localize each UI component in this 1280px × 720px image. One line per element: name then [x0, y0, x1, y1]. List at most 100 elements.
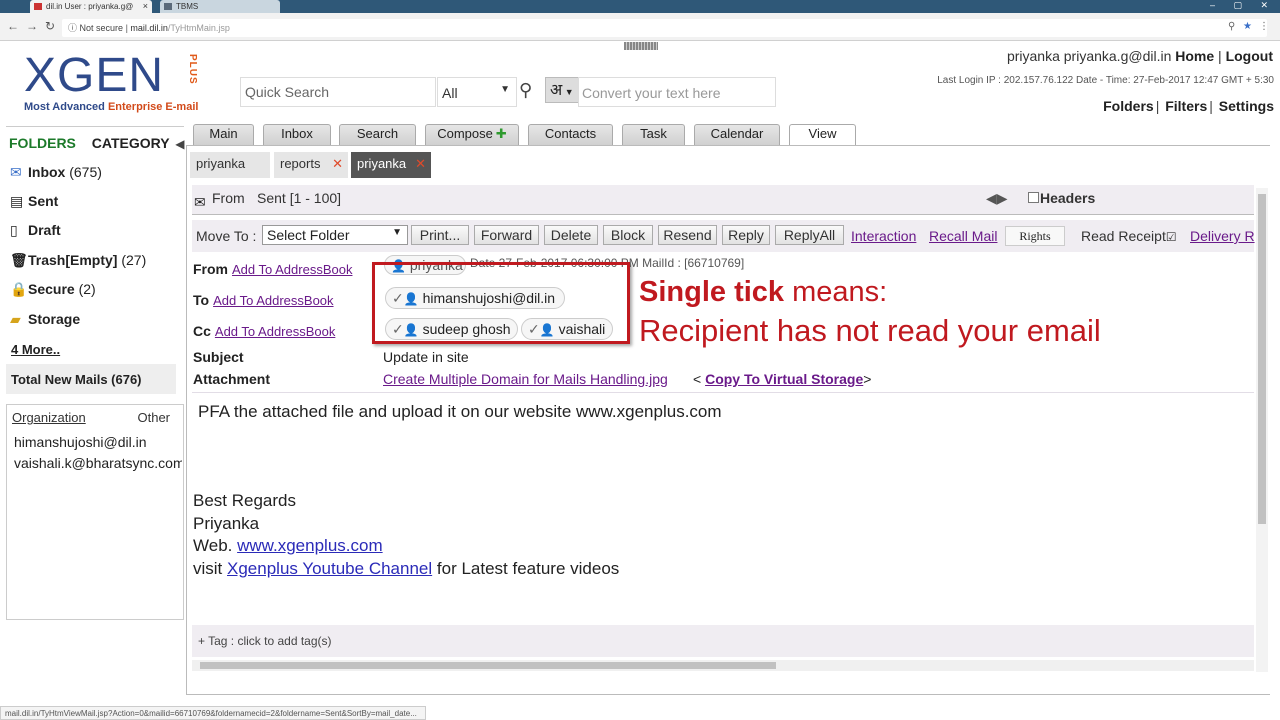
- logout-link[interactable]: Logout: [1226, 48, 1273, 64]
- window-controls[interactable]: – ▢ ✕: [1210, 0, 1276, 11]
- youtube-channel-link[interactable]: Xgenplus Youtube Channel: [227, 559, 432, 578]
- read-receipt-toggle[interactable]: Read Receipt☑: [1081, 228, 1177, 244]
- tab-inbox[interactable]: Inbox: [263, 124, 331, 146]
- folders-link[interactable]: Folders: [1103, 98, 1154, 114]
- vertical-scrollbar[interactable]: [1256, 188, 1268, 672]
- sidebar-item-inbox[interactable]: ✉ Inbox (675): [10, 164, 102, 181]
- tab-task[interactable]: Task: [622, 124, 685, 146]
- sidebar-item-label: Storage: [28, 311, 81, 327]
- checkbox-checked-icon[interactable]: ☑: [1166, 230, 1177, 244]
- add-to-addressbook-link[interactable]: Add To AddressBook: [215, 324, 335, 339]
- other-tab[interactable]: Other: [137, 410, 170, 425]
- browser-tab-active[interactable]: dil.in User : priyanka.g@ ×: [30, 0, 152, 13]
- annotation-line-2: Recipient has not read your email: [639, 313, 1101, 348]
- lock-icon: 🔒: [10, 281, 28, 297]
- folders-tab[interactable]: FOLDERS: [9, 135, 76, 151]
- close-tab-icon[interactable]: ×: [143, 0, 148, 13]
- recall-mail-link[interactable]: Recall Mail: [929, 228, 997, 244]
- close-icon[interactable]: ✕: [332, 152, 343, 176]
- prev-next-arrows-icon[interactable]: ◀▶: [986, 190, 1008, 207]
- sidebar-item-secure[interactable]: 🔒Secure (2): [10, 281, 96, 298]
- tab-search[interactable]: Search: [339, 124, 416, 146]
- more-folders-link[interactable]: 4 More..: [11, 342, 60, 357]
- quick-search-input[interactable]: Quick Search: [240, 77, 436, 107]
- print-button[interactable]: Print...: [411, 225, 469, 245]
- contact-item[interactable]: vaishali.k@bharatsync.com: [14, 453, 182, 474]
- search-scope-select[interactable]: All ▼: [437, 77, 517, 107]
- sig-name: Priyanka: [193, 513, 260, 533]
- interaction-link[interactable]: Interaction: [851, 228, 916, 244]
- settings-link[interactable]: Settings: [1219, 98, 1274, 114]
- browser-tab-tbms[interactable]: TBMS: [160, 0, 280, 13]
- annotation-bold: Single tick: [639, 276, 785, 308]
- collapse-grip[interactable]: [624, 42, 658, 50]
- organization-tab[interactable]: Organization: [12, 410, 86, 425]
- browser-tab-label: TBMS: [176, 2, 199, 11]
- replyall-button[interactable]: ReplyAll: [775, 225, 844, 245]
- read-receipt-label: Read Receipt: [1081, 228, 1166, 244]
- contact-item[interactable]: himanshujoshi@dil.in: [14, 432, 182, 453]
- tab-view[interactable]: View: [789, 124, 856, 146]
- info-icon: ⓘ: [68, 23, 80, 33]
- tab-main[interactable]: Main: [193, 124, 254, 146]
- delivery-report-link[interactable]: Delivery R: [1190, 228, 1255, 244]
- search-icon[interactable]: ⚲: [1228, 21, 1235, 32]
- category-tab[interactable]: CATEGORY: [92, 135, 170, 151]
- copy-to-virtual-storage-link[interactable]: Copy To Virtual Storage: [705, 371, 863, 387]
- cc-field: Cc Add To AddressBook: [193, 323, 335, 339]
- subtab-priyanka-active[interactable]: priyanka ✕: [351, 152, 431, 178]
- scroll-thumb[interactable]: [1258, 194, 1266, 524]
- sidebar-item-count: (2): [78, 281, 96, 297]
- forward-button[interactable]: Forward: [474, 225, 539, 245]
- xgen-logo: XGEN PLUS Most Advanced Enterprise E-mai…: [24, 44, 214, 116]
- url-field[interactable]: ⓘ Not secure | mail.dil.in/TyHtmMain.jsp: [62, 19, 1267, 37]
- scroll-thumb[interactable]: [200, 662, 776, 669]
- tab-compose[interactable]: Compose ✚: [425, 124, 519, 146]
- delete-button[interactable]: Delete: [544, 225, 598, 245]
- collapse-icon[interactable]: ◀: [175, 137, 184, 151]
- tab-contacts[interactable]: Contacts: [528, 124, 613, 146]
- convert-text-input[interactable]: Convert your text here: [578, 77, 776, 107]
- storage-icon: ▰: [10, 311, 21, 327]
- filters-link[interactable]: Filters: [1165, 98, 1207, 114]
- folder-range: Sent [1 - 100]: [257, 190, 342, 206]
- headers-checkbox[interactable]: [1028, 192, 1039, 203]
- close-icon[interactable]: ✕: [415, 152, 426, 176]
- sidebar-item-storage[interactable]: ▰ Storage: [10, 311, 80, 328]
- move-folder-select[interactable]: Select Folder ▼: [262, 225, 408, 245]
- tab-calendar[interactable]: Calendar: [694, 124, 780, 146]
- reload-icon[interactable]: ↻: [45, 19, 55, 33]
- sig-visit-prefix: visit: [193, 558, 223, 578]
- reply-button[interactable]: Reply: [722, 225, 770, 245]
- sidebar-item-sent[interactable]: ▤ Sent: [10, 193, 58, 210]
- subtab-priyanka[interactable]: priyanka: [190, 152, 270, 178]
- draft-icon: ▯: [10, 222, 18, 238]
- add-tag-bar[interactable]: + Tag : click to add tag(s): [192, 625, 1254, 657]
- logo-tagline: Most Advanced Enterprise E-mail: [24, 101, 198, 113]
- subtab-reports[interactable]: reports ✕: [274, 152, 348, 178]
- search-icon[interactable]: ⚲: [519, 80, 532, 101]
- header-links: Folders | Filters | Settings: [1103, 98, 1274, 114]
- sig-web-line: Web. www.xgenplus.com: [193, 535, 619, 558]
- forward-icon[interactable]: →: [26, 19, 38, 33]
- hindi-keyboard-button[interactable]: अ ▼: [545, 77, 579, 103]
- menu-icon[interactable]: ⋮: [1259, 21, 1269, 32]
- home-link[interactable]: Home: [1175, 48, 1214, 64]
- rights-button[interactable]: Rights: [1005, 226, 1065, 246]
- add-to-addressbook-link[interactable]: Add To AddressBook: [232, 262, 352, 277]
- horizontal-scrollbar[interactable]: [192, 660, 1254, 671]
- add-to-addressbook-link[interactable]: Add To AddressBook: [213, 293, 333, 308]
- sidebar-item-trash[interactable]: 🗑Trash[Empty] (27): [10, 252, 146, 269]
- headers-toggle[interactable]: Headers: [1028, 190, 1095, 206]
- security-label: Not secure: [79, 23, 124, 33]
- website-link[interactable]: www.xgenplus.com: [237, 536, 383, 555]
- star-icon[interactable]: ★: [1243, 21, 1252, 32]
- attachment-link[interactable]: Create Multiple Domain for Mails Handlin…: [383, 371, 668, 387]
- from-label: From: [212, 190, 245, 206]
- mail-header-bar: ✉ From Sent [1 - 100] ◀▶ Headers: [192, 185, 1254, 215]
- sidebar-item-draft[interactable]: ▯ Draft: [10, 222, 61, 239]
- back-icon[interactable]: ←: [7, 19, 19, 33]
- block-button[interactable]: Block: [603, 225, 653, 245]
- resend-button[interactable]: Resend: [658, 225, 717, 245]
- sig-visit-line: visit Xgenplus Youtube Channel for Lates…: [193, 558, 619, 581]
